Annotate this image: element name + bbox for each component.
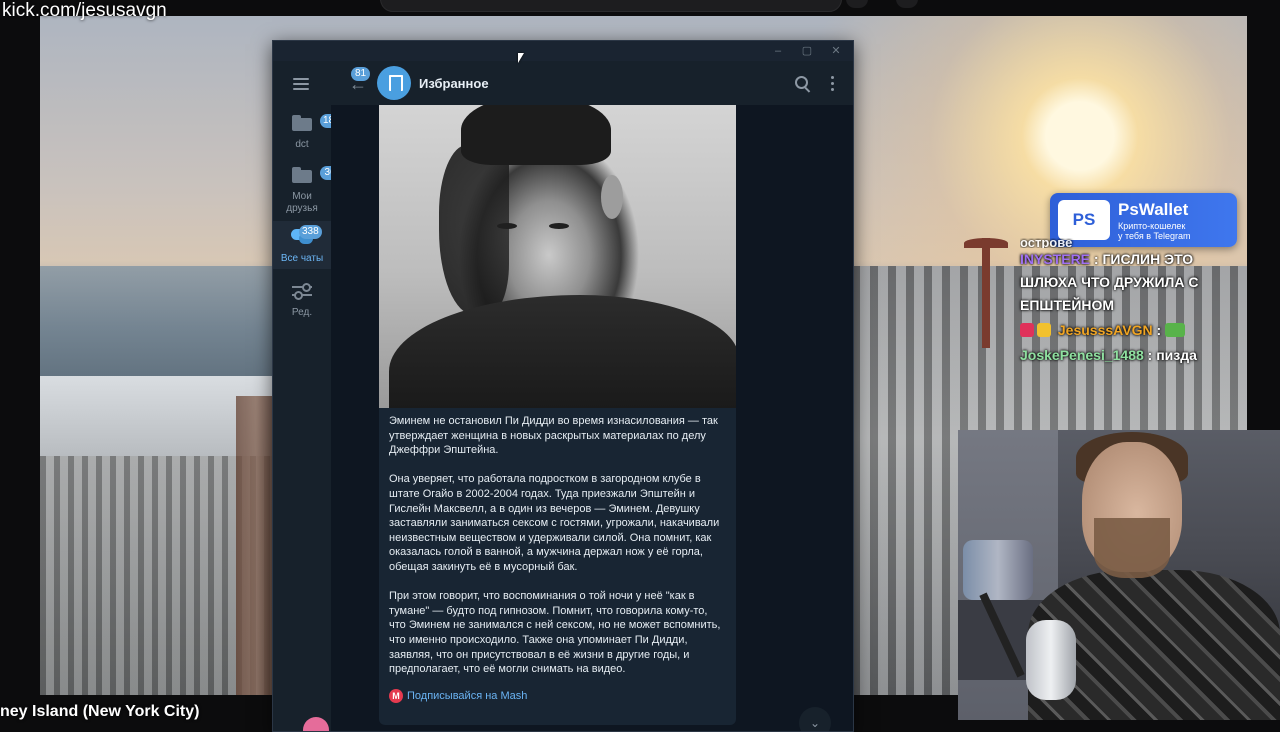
bookmark-icon xyxy=(389,75,403,91)
saved-messages-avatar[interactable] xyxy=(377,66,411,100)
post-paragraph: Эминем не остановил Пи Дидди во время из… xyxy=(389,415,718,457)
chat-username: JoskePenesi_1488 xyxy=(1020,347,1144,363)
folder-label: Мои друзья xyxy=(286,191,318,214)
window-titlebar[interactable]: – ▢ ✕ xyxy=(273,41,853,61)
chat-separator: : xyxy=(1147,347,1153,363)
chat-title[interactable]: Избранное xyxy=(419,76,489,91)
chat-header: ← 81 Избранное xyxy=(331,61,853,105)
chat-text: пизда xyxy=(1156,347,1197,363)
folder-all-chats[interactable]: 338 Все чаты xyxy=(273,221,331,269)
folder-label: dct xyxy=(295,139,309,150)
badge-icon xyxy=(1020,323,1034,337)
browser-address-bar[interactable] xyxy=(380,0,842,12)
minimize-button[interactable]: – xyxy=(767,43,789,59)
chat-message: JesusssAVGN : xyxy=(1020,319,1245,342)
folder-icon: 189 xyxy=(292,114,343,131)
post-paragraph: При этом говорит, что воспоминания о той… xyxy=(389,590,721,676)
mouse-cursor xyxy=(518,53,524,63)
microphone xyxy=(1026,620,1076,700)
channel-post: Эминем не остановил Пи Дидди во время из… xyxy=(379,105,736,725)
roller-coaster xyxy=(236,396,276,695)
subscribe-link[interactable]: M Подписывайся на Mash xyxy=(379,689,736,704)
post-text: Эминем не остановил Пи Дидди во время из… xyxy=(379,408,736,677)
folder-my-friends[interactable]: 36 Мои друзья xyxy=(273,161,340,219)
message-area: Эминем не остановил Пи Дидди во время из… xyxy=(303,105,853,731)
post-photo[interactable] xyxy=(379,105,736,408)
folder-dct[interactable]: 189 dct xyxy=(273,109,343,155)
stream-url: kick.com/jesusavgn xyxy=(2,0,167,21)
chat-username: JesusssAVGN xyxy=(1057,322,1153,338)
sliders-icon xyxy=(292,283,312,300)
scene-caption: ney Island (New York City) xyxy=(0,703,200,720)
unread-badge: 81 xyxy=(351,67,371,81)
close-button[interactable]: ✕ xyxy=(825,43,847,59)
browser-button[interactable] xyxy=(896,0,918,8)
chat-separator: : xyxy=(1093,251,1099,267)
more-icon[interactable] xyxy=(831,76,834,94)
chat-username: INYSTERE xyxy=(1020,251,1091,267)
ad-tagline: Крипто-кошелек xyxy=(1118,221,1186,231)
maximize-button[interactable]: ▢ xyxy=(796,43,818,59)
frog-emote-icon xyxy=(1165,323,1186,337)
chat-message: JoskePenesi_1488 : пизда xyxy=(1020,344,1245,367)
subscribe-link-text[interactable]: Подписывайся на Mash xyxy=(407,690,527,702)
telegram-window: – ▢ ✕ 189 dct 36 Мои друзья 338 Все чаты xyxy=(272,40,854,732)
browser-button[interactable] xyxy=(846,0,868,8)
webcam-feed xyxy=(958,430,1280,720)
ad-title: PsWallet xyxy=(1118,200,1189,219)
folder-label: Все чаты xyxy=(280,253,324,264)
menu-icon[interactable] xyxy=(293,78,309,90)
folders-sidebar: 189 dct 36 Мои друзья 338 Все чаты Ред. xyxy=(273,61,343,731)
crown-icon xyxy=(1037,323,1051,337)
chat-separator: : xyxy=(1156,322,1162,338)
chat-message: INYSTERE : ГИСЛИН ЭТО ШЛЮХА ЧТО ДРУЖИЛА … xyxy=(1020,248,1245,317)
parachute-tower xyxy=(982,238,990,348)
folder-edit[interactable]: Ред. xyxy=(273,277,331,323)
stream-chat-overlay: острове INYSTERE : ГИСЛИН ЭТО ШЛЮХА ЧТО … xyxy=(1020,238,1245,369)
folder-label: Ред. xyxy=(291,307,313,318)
mash-icon: M xyxy=(389,689,403,704)
folder-icon: 36 xyxy=(292,166,340,183)
chats-icon: 338 xyxy=(291,225,322,245)
unread-badge: 338 xyxy=(299,225,322,239)
post-paragraph: Она уверяет, что работала подростком в з… xyxy=(389,473,720,573)
pswallet-logo: PS xyxy=(1058,200,1110,240)
sea xyxy=(40,266,280,386)
chat-partial-line: острове xyxy=(1020,238,1073,248)
